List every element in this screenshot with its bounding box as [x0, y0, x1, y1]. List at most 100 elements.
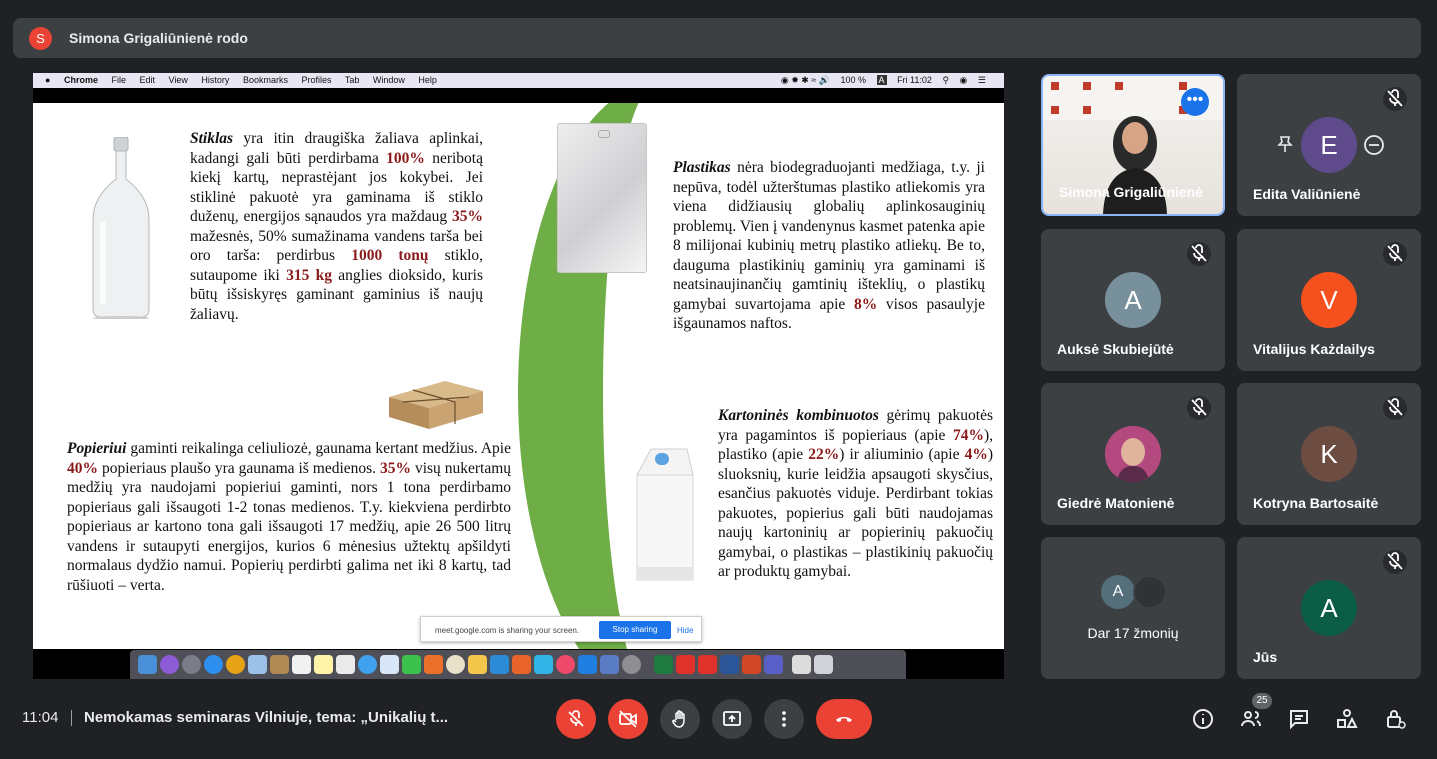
mac-menu-bar: ● Chrome File Edit View History Bookmark…	[33, 73, 1004, 88]
excel-icon[interactable]	[654, 655, 673, 674]
input-source-flag[interactable]: A	[876, 75, 887, 85]
participant-tile-presenter[interactable]: ••• Simona Grigaliūnienė	[1041, 74, 1225, 216]
photos-icon[interactable]	[446, 655, 465, 674]
microphone-toggle-button[interactable]	[556, 699, 596, 739]
remove-icon[interactable]	[1363, 134, 1385, 156]
calendar-icon[interactable]	[292, 655, 311, 674]
notes-app-icon[interactable]	[270, 655, 289, 674]
powerpoint-icon[interactable]	[742, 655, 761, 674]
quicktime-icon[interactable]	[534, 655, 553, 674]
participant-avatar: K	[1301, 426, 1357, 482]
glass-paragraph: Stiklas yra itin draugiška žaliava aplin…	[190, 130, 484, 323]
participant-name: Kotryna Bartosaitė	[1253, 495, 1379, 511]
others-photo-avatar	[1133, 575, 1167, 609]
host-controls-lock-icon[interactable]	[1383, 707, 1407, 731]
teams-icon[interactable]	[764, 655, 783, 674]
menu-bookmarks[interactable]: Bookmarks	[243, 75, 288, 85]
downloads-stack-icon[interactable]	[792, 655, 811, 674]
meeting-clock: 11:04	[22, 709, 59, 726]
pin-icon[interactable]	[1275, 134, 1295, 154]
pages-icon[interactable]	[468, 655, 487, 674]
preview-icon[interactable]	[248, 655, 267, 674]
numbers-icon[interactable]	[490, 655, 509, 674]
word-icon[interactable]	[720, 655, 739, 674]
participant-tile-self[interactable]: A Jūs	[1237, 537, 1421, 679]
participant-tile-giedre[interactable]: Giedrė Matonienė	[1041, 383, 1225, 525]
participants-count-badge: 25	[1252, 693, 1272, 709]
spotlight-search-icon[interactable]: ⚲	[942, 75, 949, 85]
trash-icon[interactable]	[814, 655, 833, 674]
anydesk-icon[interactable]	[698, 655, 717, 674]
menu-tab[interactable]: Tab	[345, 75, 360, 85]
hang-up-icon	[836, 717, 852, 722]
participant-avatar: A	[1301, 580, 1357, 636]
control-center-icon[interactable]: ☰	[978, 75, 986, 85]
system-preferences-icon[interactable]	[622, 655, 641, 674]
messages-icon[interactable]	[358, 655, 377, 674]
participant-tile-edita[interactable]: E Edita Valiūnienė	[1237, 74, 1421, 216]
music-icon[interactable]	[556, 655, 575, 674]
people-icon[interactable]	[1239, 707, 1263, 731]
chrome-icon[interactable]	[226, 655, 245, 674]
participant-tile-aukse[interactable]: A Auksė Skubiejūtė	[1041, 229, 1225, 371]
activities-icon[interactable]	[1335, 707, 1359, 731]
leave-call-button[interactable]	[816, 699, 872, 739]
menu-history[interactable]: History	[201, 75, 229, 85]
battery-level: 100 %	[840, 75, 867, 85]
more-options-icon[interactable]: •••	[1181, 88, 1209, 116]
camera-toggle-button[interactable]	[608, 699, 648, 739]
others-avatar: A	[1101, 575, 1135, 609]
menu-clock: Fri 11:02	[897, 75, 932, 85]
participant-name: Jūs	[1253, 649, 1278, 665]
menu-view[interactable]: View	[169, 75, 188, 85]
finder-icon[interactable]	[138, 655, 157, 674]
mic-off-icon	[1383, 87, 1407, 111]
safari-icon[interactable]	[204, 655, 223, 674]
siri-icon[interactable]: ◉	[960, 75, 968, 85]
facetime-icon[interactable]	[402, 655, 421, 674]
camera-off-icon	[619, 710, 637, 728]
menu-profiles[interactable]: Profiles	[301, 75, 331, 85]
plastic-bag-image	[557, 123, 647, 273]
app-icon[interactable]	[600, 655, 619, 674]
participant-avatar: A	[1105, 272, 1161, 328]
menu-help[interactable]: Help	[418, 75, 437, 85]
more-options-button[interactable]	[764, 699, 804, 739]
app-store-icon[interactable]	[578, 655, 597, 674]
launchpad-icon[interactable]	[182, 655, 201, 674]
maps-icon[interactable]	[380, 655, 399, 674]
meeting-info-icon[interactable]	[1191, 707, 1215, 731]
screen-share-toast: meet.google.com is sharing your screen. …	[420, 616, 702, 642]
menu-app-chrome[interactable]: Chrome	[64, 75, 98, 85]
menu-file[interactable]: File	[111, 75, 126, 85]
keynote-icon[interactable]	[512, 655, 531, 674]
mic-off-icon	[1187, 242, 1211, 266]
participant-tile-others[interactable]: A Dar 17 žmonių	[1041, 537, 1225, 679]
hide-toast-link[interactable]: Hide	[677, 626, 693, 635]
raise-hand-button[interactable]	[660, 699, 700, 739]
participant-tile-vitalijus[interactable]: V Vitalijus Każdailys	[1237, 229, 1421, 371]
stickies-icon[interactable]	[314, 655, 333, 674]
participant-name: Edita Valiūnienė	[1253, 186, 1361, 202]
reminders-icon[interactable]	[336, 655, 355, 674]
mac-dock	[130, 650, 906, 679]
meeting-controls-bar: 11:04 Nemokamas seminaras Vilniuje, tema…	[0, 679, 1437, 759]
milk-carton-image	[636, 448, 694, 581]
status-icons: ◉ ✹ ✱ ≈ 🔊	[780, 75, 830, 85]
menu-edit[interactable]: Edit	[140, 75, 156, 85]
present-screen-button[interactable]	[712, 699, 752, 739]
plastic-paragraph: Plastikas nėra biodegraduojanti medžiaga…	[673, 159, 985, 332]
menu-window[interactable]: Window	[373, 75, 405, 85]
stop-sharing-button[interactable]: Stop sharing	[599, 621, 671, 639]
meeting-title: Nemokamas seminaras Vilniuje, tema: „Uni…	[84, 709, 449, 726]
siri-dock-icon[interactable]	[160, 655, 179, 674]
apple-menu-icon[interactable]: ●	[45, 75, 50, 85]
contacts-icon[interactable]	[424, 655, 443, 674]
chat-icon[interactable]	[1287, 707, 1311, 731]
participant-avatar: E	[1301, 117, 1357, 173]
participant-photo-avatar	[1105, 426, 1161, 482]
participant-tile-kotryna[interactable]: K Kotryna Bartosaitė	[1237, 383, 1421, 525]
mic-off-icon	[1383, 242, 1407, 266]
mic-off-icon	[1383, 550, 1407, 574]
acrobat-icon[interactable]	[676, 655, 695, 674]
